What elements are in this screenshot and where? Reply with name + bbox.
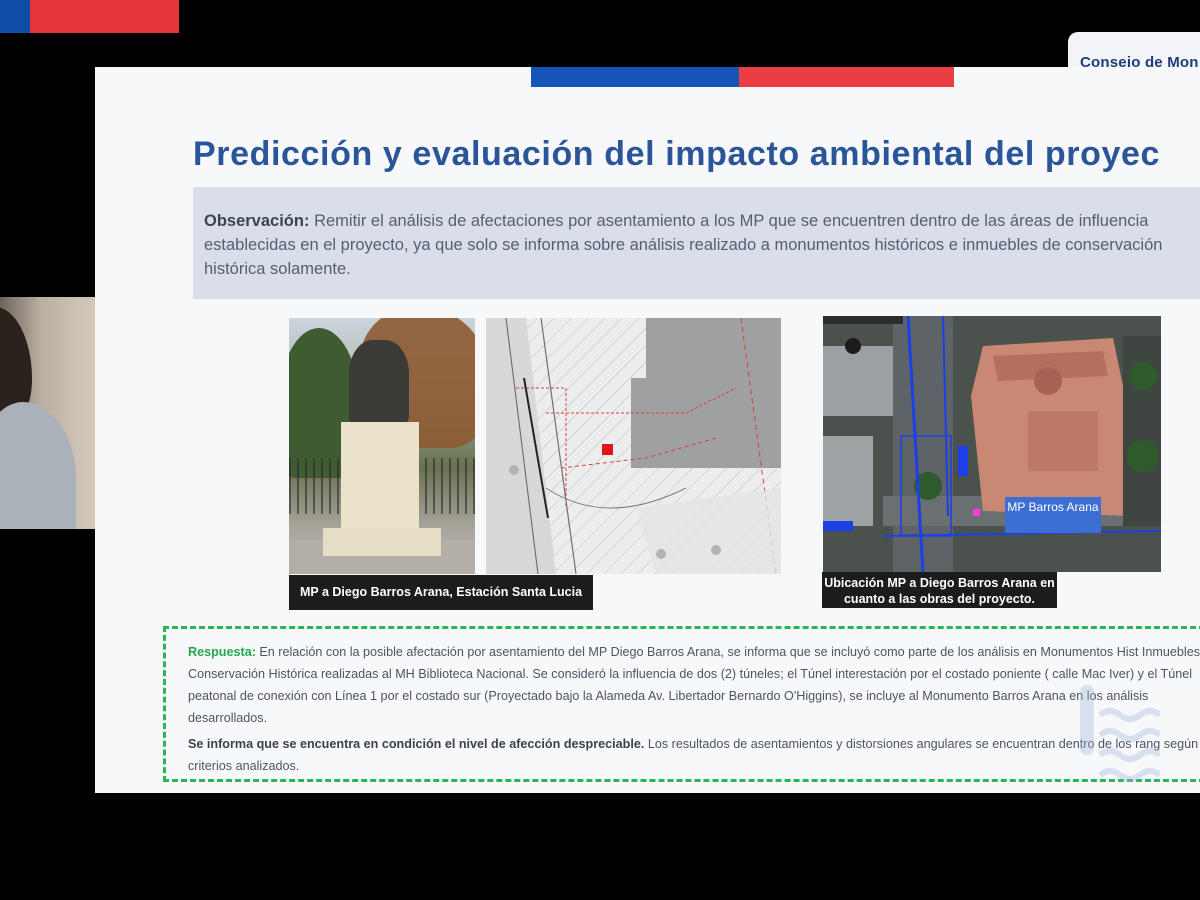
photo-caption: MP a Diego Barros Arana, Estación Santa … [289,575,593,610]
observation-box: Observación: Remitir el análisis de afec… [193,187,1200,299]
slide-stripe-red [739,67,954,87]
response-box: Respuesta: En relación con la posible af… [163,626,1200,782]
response-label: Respuesta: [188,645,256,659]
slide-title: Predicción y evaluación del impacto ambi… [193,135,1161,173]
response-conclusion: Se informa que se encuentra en condición… [188,737,645,751]
monument-photo [289,318,475,574]
map-monument-label: MP Barros Arana [1005,497,1101,533]
flag-blue-segment [0,0,30,33]
aerial-caption: Ubicación MP a Diego Barros Arana en cua… [822,572,1057,608]
response-body: En relación con la posible afectación po… [188,645,1200,725]
flag-corner [0,0,179,33]
response-paragraph-1: Respuesta: En relación con la posible af… [188,641,1200,729]
observation-text: Observación: Remitir el análisis de afec… [204,209,1200,281]
watermark-icon [1080,685,1160,782]
slide-stripe-blue [531,67,739,87]
observation-label: Observación: [204,212,310,230]
aerial-map: MP Barros Arana [823,316,1161,572]
flag-red-segment [30,0,179,33]
presentation-slide: Predicción y evaluación del impacto ambi… [95,67,1200,793]
site-plan-drawing [486,318,781,574]
response-paragraph-2: Se informa que se encuentra en condición… [188,733,1200,777]
observation-body: Remitir el análisis de afectaciones por … [204,212,1163,278]
